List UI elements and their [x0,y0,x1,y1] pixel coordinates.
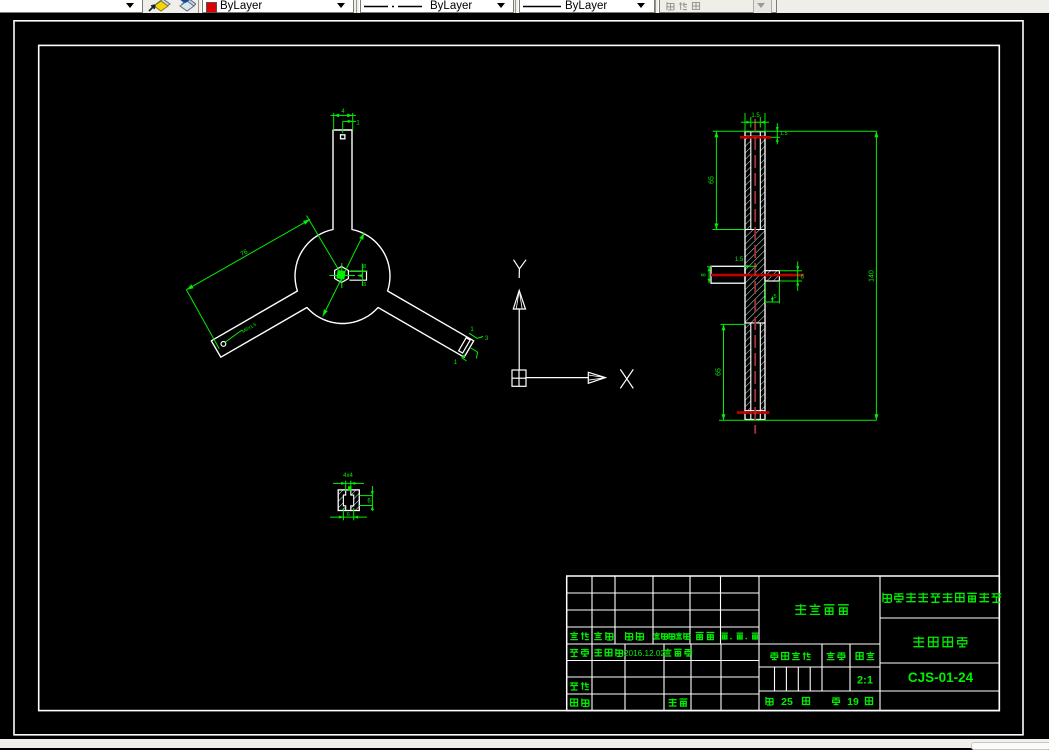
svg-text:1.5: 1.5 [735,257,744,263]
svg-text:65: 65 [716,368,723,376]
svg-text:25: 25 [781,696,793,708]
svg-text:65: 65 [709,176,716,184]
svg-text:4x4: 4x4 [343,473,353,479]
svg-text:19: 19 [847,696,859,708]
svg-text:6: 6 [347,512,350,518]
svg-text:2016.12.02: 2016.12.02 [624,649,665,658]
svg-text:1.5: 1.5 [780,131,788,137]
svg-text:5: 5 [773,294,776,300]
svg-text:3: 3 [363,282,366,288]
svg-text:CJS-01-24: CJS-01-24 [908,670,974,685]
svg-text:1.5: 1.5 [751,113,760,119]
svg-text:8: 8 [363,264,366,270]
svg-text:140: 140 [869,270,876,282]
svg-text:2:1: 2:1 [857,675,873,687]
